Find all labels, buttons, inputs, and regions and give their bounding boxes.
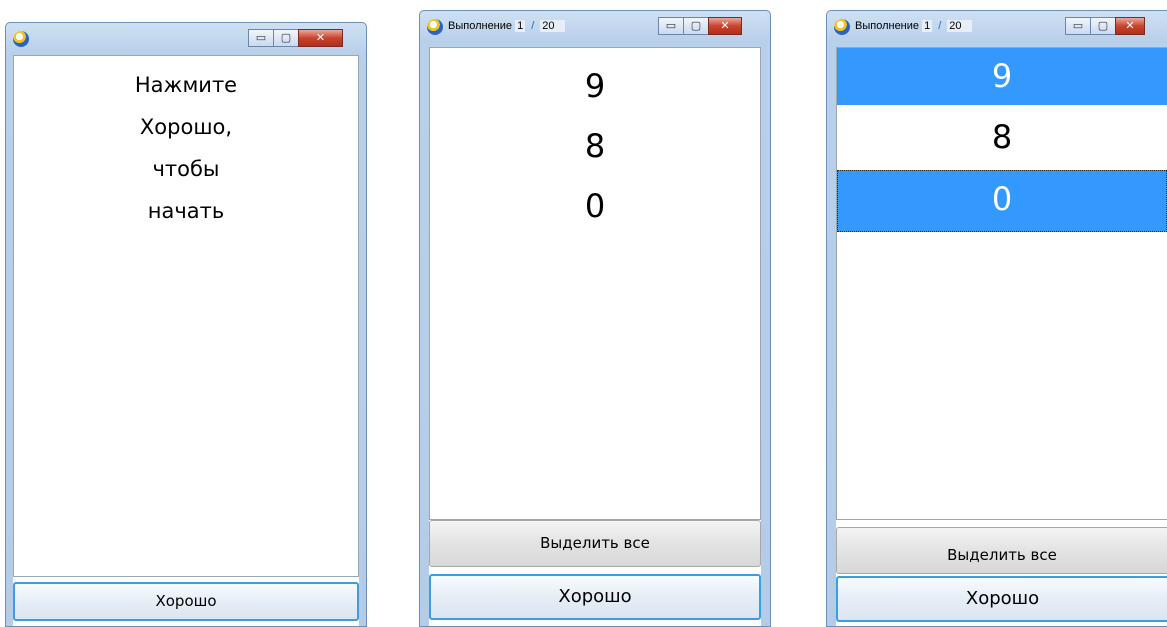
task-window: Выполнение 1 / 20 ▭ ▢ ✕ 9 8 0 Выделить все… <box>419 10 771 627</box>
maximize-icon: ▢ <box>690 19 702 32</box>
start-window: ▭ ▢ ✕ Нажмите Хорошо, чтобы начать Хорош… <box>5 22 367 627</box>
message-pane: Нажмите Хорошо, чтобы начать <box>13 55 359 577</box>
client-area: 9 8 0 Выделить все Хорошо <box>429 47 761 626</box>
minimize-icon: ▭ <box>665 19 677 32</box>
window-title: Выполнение 1 / 20 <box>448 20 565 32</box>
title-prefix: Выполнение <box>855 20 920 32</box>
ok-button[interactable]: Хорошо <box>836 576 1167 622</box>
task-window-selected: Выполнение 1 / 20 ▭ ▢ ✕ 9 8 0 Выделить все… <box>826 10 1167 627</box>
title-separator: / <box>938 20 942 32</box>
window-controls: ▭ ▢ ✕ <box>1065 17 1145 36</box>
window-controls: ▭ ▢ ✕ <box>248 29 343 48</box>
title-separator: / <box>531 20 535 32</box>
message-line: Нажмите <box>134 73 238 97</box>
title-current: 1 <box>922 20 933 32</box>
select-all-button[interactable]: Выделить все <box>836 527 1167 574</box>
minimize-icon: ▭ <box>255 31 267 44</box>
close-icon: ✕ <box>1125 19 1135 32</box>
title-total: 20 <box>947 20 972 32</box>
title-total: 20 <box>540 20 565 32</box>
ok-button[interactable]: Хорошо <box>13 582 359 621</box>
maximize-button[interactable]: ▢ <box>1090 17 1116 35</box>
message-line: начать <box>147 199 225 223</box>
minimize-button[interactable]: ▭ <box>248 29 274 47</box>
message-line: чтобы <box>152 157 220 181</box>
minimize-button[interactable]: ▭ <box>1065 17 1091 35</box>
close-button[interactable]: ✕ <box>298 29 343 47</box>
window-controls: ▭ ▢ ✕ <box>658 17 742 36</box>
number-list: 9 8 0 <box>836 47 1167 520</box>
app-info-icon <box>13 31 29 47</box>
window-title: Выполнение 1 / 20 <box>855 20 972 32</box>
close-icon: ✕ <box>315 31 326 44</box>
number-item[interactable]: 8 <box>430 116 760 176</box>
number-item[interactable]: 8 <box>837 105 1167 170</box>
close-button[interactable]: ✕ <box>708 17 742 35</box>
title-bar[interactable]: Выполнение 1 / 20 ▭ ▢ ✕ <box>420 11 770 43</box>
app-info-icon <box>427 19 443 35</box>
client-area: Нажмите Хорошо, чтобы начать Хорошо <box>13 55 359 626</box>
client-area: 9 8 0 Выделить все Хорошо <box>836 47 1167 626</box>
ok-button[interactable]: Хорошо <box>429 574 761 620</box>
number-item[interactable]: 9 <box>837 48 1167 105</box>
start-message: Нажмите Хорошо, чтобы начать <box>14 64 358 232</box>
title-prefix: Выполнение <box>448 20 513 32</box>
number-item[interactable]: 0 <box>430 176 760 236</box>
maximize-button[interactable]: ▢ <box>683 17 709 35</box>
app-info-icon <box>834 19 850 35</box>
close-icon: ✕ <box>720 19 730 32</box>
minimize-icon: ▭ <box>1072 19 1084 32</box>
maximize-icon: ▢ <box>280 31 292 44</box>
number-item[interactable]: 0 <box>837 170 1167 232</box>
title-bar[interactable]: ▭ ▢ ✕ <box>6 23 366 55</box>
number-list: 9 8 0 <box>429 47 761 520</box>
number-item[interactable]: 9 <box>430 56 760 116</box>
message-line: Хорошо, <box>139 115 233 139</box>
title-bar[interactable]: Выполнение 1 / 20 ▭ ▢ ✕ <box>827 11 1167 43</box>
title-current: 1 <box>515 20 526 32</box>
minimize-button[interactable]: ▭ <box>658 17 684 35</box>
maximize-button[interactable]: ▢ <box>273 29 299 47</box>
maximize-icon: ▢ <box>1097 19 1109 32</box>
select-all-button[interactable]: Выделить все <box>429 520 761 567</box>
close-button[interactable]: ✕ <box>1115 17 1145 35</box>
